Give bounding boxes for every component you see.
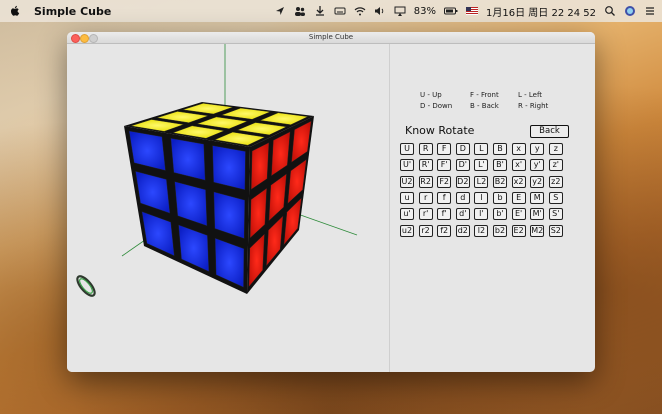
battery-percent[interactable]: 83% (414, 6, 436, 17)
move-button[interactable]: y' (530, 159, 545, 172)
move-button[interactable]: l (474, 191, 489, 204)
move-button[interactable]: x (511, 143, 526, 155)
move-button[interactable]: L (474, 143, 489, 155)
move-button[interactable]: f (437, 191, 452, 204)
move-button[interactable]: F' (437, 159, 452, 172)
move-button[interactable]: r2 (418, 224, 433, 237)
move-button[interactable]: y (530, 143, 545, 155)
cube-scene[interactable] (67, 44, 389, 372)
move-button[interactable]: b2 (493, 224, 507, 237)
move-button[interactable]: l2 (474, 224, 489, 237)
move-button[interactable]: U (400, 143, 414, 155)
move-button[interactable]: F (437, 143, 452, 155)
legend-right: R - Right (518, 102, 549, 110)
cube-sticker-front (212, 145, 246, 191)
menu-app-name[interactable]: Simple Cube (34, 5, 111, 18)
move-button[interactable]: E (511, 191, 526, 204)
move-button[interactable]: x2 (511, 175, 526, 188)
move-button[interactable]: d' (455, 208, 470, 221)
x-axis-line (291, 211, 358, 236)
rubiks-cube[interactable] (124, 102, 314, 294)
move-button[interactable]: r' (418, 208, 433, 221)
legend-up: U - Up (420, 91, 442, 99)
move-button[interactable]: U' (400, 159, 414, 172)
cube-viewport[interactable] (67, 44, 389, 372)
move-button[interactable]: b (493, 191, 507, 204)
panel-heading: Know Rotate (405, 124, 475, 137)
move-button[interactable]: U2 (400, 175, 414, 188)
people-icon[interactable] (294, 5, 306, 17)
input-source-flag-icon[interactable] (466, 7, 479, 15)
move-button[interactable]: D2 (455, 175, 470, 188)
move-button[interactable]: B2 (493, 175, 507, 188)
siri-icon[interactable] (624, 5, 636, 17)
window-title: Simple Cube (308, 33, 354, 41)
location-arrow-icon[interactable] (274, 5, 286, 17)
airplay-icon[interactable] (394, 5, 406, 17)
move-button[interactable]: x' (511, 159, 526, 172)
zoom-window-button[interactable] (89, 34, 98, 43)
download-icon[interactable] (314, 5, 326, 17)
legend-front: F - Front (470, 91, 499, 99)
wifi-icon[interactable] (354, 5, 366, 17)
move-button[interactable]: R2 (418, 175, 433, 188)
keyboard-icon[interactable] (334, 5, 346, 17)
minimize-window-button[interactable] (80, 34, 89, 43)
notification-center-icon[interactable] (644, 5, 656, 17)
apple-icon[interactable] (10, 5, 20, 17)
move-button[interactable]: l' (474, 208, 489, 221)
move-button[interactable]: E2 (511, 224, 526, 237)
move-button[interactable]: D (455, 143, 470, 155)
rotation-panel: U - Up F - Front L - Left D - Down B - B… (390, 44, 595, 372)
search-icon[interactable] (604, 5, 616, 17)
menu-bar: Simple Cube 83% 1月16日 周日 22 24 52 (0, 0, 662, 22)
move-button[interactable]: u' (400, 208, 414, 221)
move-button[interactable]: M (530, 191, 545, 204)
move-button[interactable]: B' (493, 159, 507, 172)
move-button[interactable]: r (418, 191, 433, 204)
back-button[interactable]: Back (530, 125, 569, 138)
move-button[interactable]: B (493, 143, 507, 155)
move-button[interactable]: M2 (530, 224, 545, 237)
move-button[interactable]: f' (437, 208, 452, 221)
legend-down: D - Down (420, 102, 453, 110)
move-button[interactable]: E' (511, 208, 526, 221)
move-button[interactable]: M' (530, 208, 545, 221)
move-button[interactable]: u (400, 191, 414, 204)
move-button[interactable]: D' (455, 159, 470, 172)
window-titlebar[interactable]: Simple Cube (67, 32, 595, 44)
menu-clock[interactable]: 1月16日 周日 22 24 52 (486, 4, 596, 19)
move-button[interactable]: R' (418, 159, 433, 172)
move-button[interactable]: b' (493, 208, 507, 221)
legend-left: L - Left (518, 91, 543, 99)
move-button[interactable]: y2 (530, 175, 545, 188)
move-button[interactable]: F2 (437, 175, 452, 188)
legend-back: B - Back (470, 102, 499, 110)
close-window-button[interactable] (71, 34, 80, 43)
move-button[interactable]: d (455, 191, 470, 204)
move-button[interactable]: S (548, 191, 563, 204)
move-button[interactable]: z' (548, 159, 563, 172)
app-window: Simple Cube U - Up F - Front L - Left D … (67, 32, 595, 372)
move-button[interactable]: z2 (548, 175, 563, 188)
move-button[interactable]: f2 (437, 224, 452, 237)
move-button[interactable]: S' (548, 208, 563, 221)
move-button[interactable]: L2 (474, 175, 489, 188)
menu-extras: 83% 1月16日 周日 22 24 52 (274, 0, 656, 22)
move-button[interactable]: z (548, 143, 563, 155)
orbit-ring-icon[interactable] (74, 274, 97, 299)
volume-icon[interactable] (374, 5, 386, 17)
move-button[interactable]: R (418, 143, 433, 155)
move-button[interactable]: u2 (400, 224, 414, 237)
move-button[interactable]: d2 (455, 224, 470, 237)
z-axis-line (121, 239, 146, 257)
move-button[interactable]: L' (474, 159, 489, 172)
battery-icon[interactable] (444, 5, 458, 17)
move-button[interactable]: S2 (548, 224, 563, 237)
